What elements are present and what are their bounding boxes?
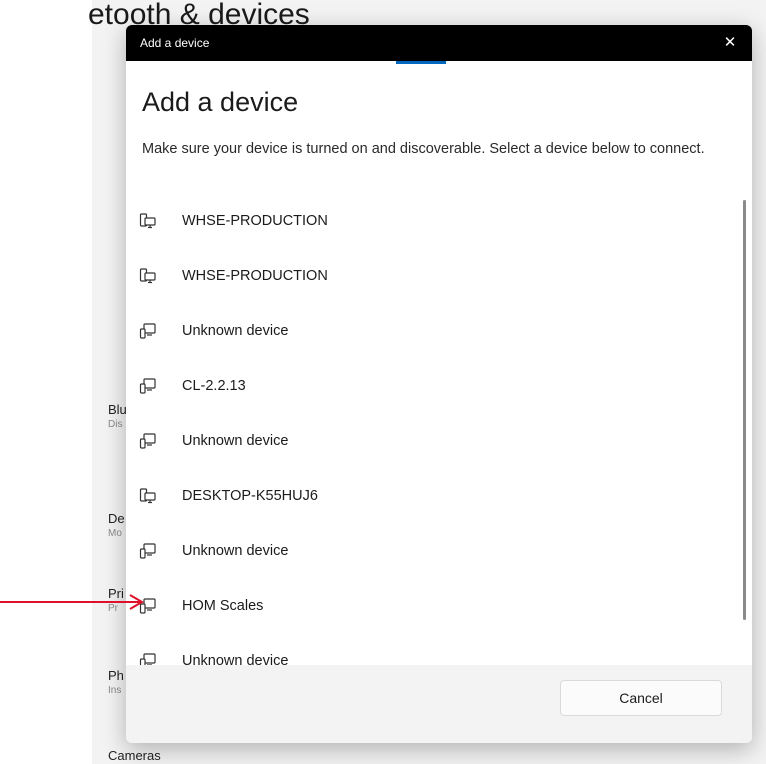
device-icon bbox=[138, 376, 158, 396]
dialog-description: Make sure your device is turned on and d… bbox=[142, 141, 705, 157]
device-icon bbox=[138, 321, 158, 341]
device-list-item[interactable]: DESKTOP-K55HUJ6 bbox=[126, 468, 738, 523]
device-name: Unknown device bbox=[182, 322, 289, 339]
progress-indicator bbox=[396, 61, 446, 64]
device-name: HOM Scales bbox=[182, 597, 264, 614]
computer-icon bbox=[138, 211, 158, 231]
device-name: CL-2.2.13 bbox=[182, 377, 246, 394]
device-name: WHSE-PRODUCTION bbox=[182, 267, 328, 284]
device-list: WHSE-PRODUCTION WHSE-PRODUCTION Unknown de… bbox=[126, 193, 738, 688]
device-list-item[interactable]: WHSE-PRODUCTION bbox=[126, 248, 738, 303]
device-list-item[interactable]: Unknown device bbox=[126, 523, 738, 578]
device-name: WHSE-PRODUCTION bbox=[182, 212, 328, 229]
settings-item-phone[interactable]: Ph bbox=[108, 668, 124, 683]
dialog-heading: Add a device bbox=[142, 87, 299, 117]
device-list-scrollbar[interactable] bbox=[743, 200, 746, 620]
settings-item-bluetooth-sub: Dis bbox=[108, 419, 123, 430]
device-list-item[interactable]: WHSE-PRODUCTION bbox=[126, 193, 738, 248]
settings-item-phone-sub: Ins bbox=[108, 685, 122, 696]
device-icon bbox=[138, 431, 158, 451]
annotation-arrow-icon bbox=[0, 594, 144, 610]
add-device-dialog: Add a device ✕ Add a device Make sure yo… bbox=[126, 25, 752, 743]
computer-icon bbox=[138, 266, 158, 286]
device-list-item[interactable]: Unknown device bbox=[126, 303, 738, 358]
settings-item-bluetooth[interactable]: Blu bbox=[108, 402, 127, 417]
dialog-footer: Cancel bbox=[126, 665, 752, 743]
device-name: DESKTOP-K55HUJ6 bbox=[182, 487, 318, 504]
computer-icon bbox=[138, 486, 158, 506]
device-icon bbox=[138, 541, 158, 561]
dialog-window-title: Add a device bbox=[140, 36, 210, 50]
device-list-item[interactable]: HOM Scales bbox=[126, 578, 738, 633]
dialog-titlebar: Add a device ✕ bbox=[126, 25, 752, 61]
settings-item-devices-sub: Mo bbox=[108, 528, 122, 539]
close-icon[interactable]: ✕ bbox=[716, 30, 744, 56]
device-list-item[interactable]: CL-2.2.13 bbox=[126, 358, 738, 413]
device-name: Unknown device bbox=[182, 432, 289, 449]
device-name: Unknown device bbox=[182, 542, 289, 559]
device-list-item[interactable]: Unknown device bbox=[126, 413, 738, 468]
settings-item-cameras[interactable]: Cameras bbox=[108, 748, 161, 763]
settings-item-devices[interactable]: De bbox=[108, 511, 125, 526]
cancel-button[interactable]: Cancel bbox=[560, 680, 722, 716]
